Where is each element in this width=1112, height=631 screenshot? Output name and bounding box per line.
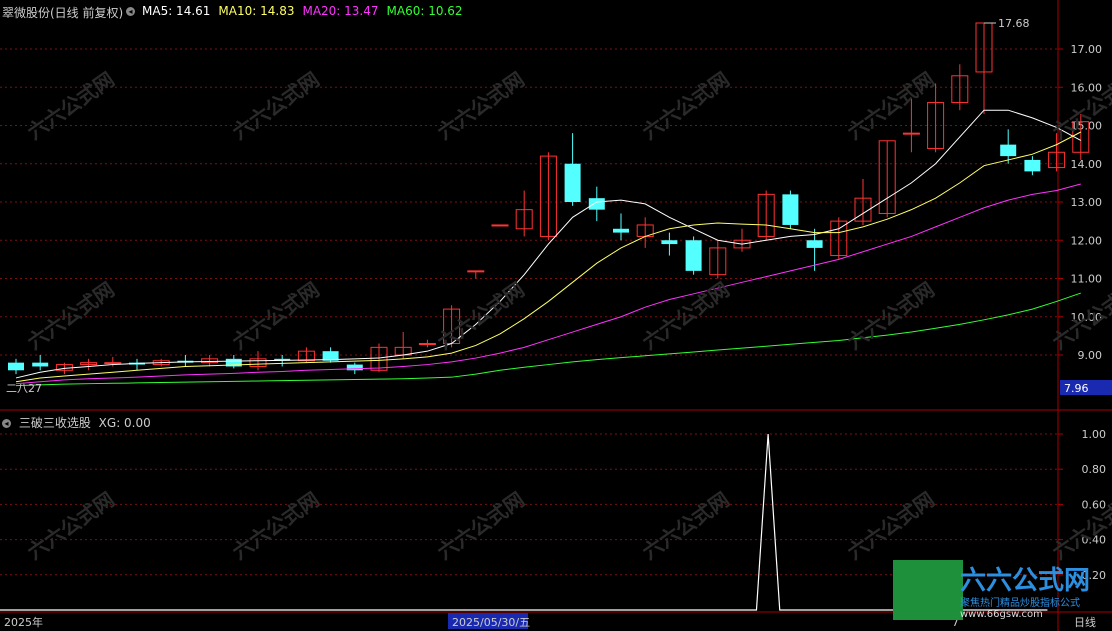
candle-body-down: [32, 362, 49, 367]
indicator-tick-label: 0.40: [1082, 534, 1107, 547]
candle-body-up: [491, 224, 509, 227]
indicator-xg-line: [0, 433, 1048, 611]
indicator-tick-label: 0.60: [1082, 498, 1107, 511]
ma-line-ma5: [15, 109, 1082, 379]
site-logo-subtitle: 聚焦热门精品炒股指标公式: [960, 598, 1080, 609]
indicator-tick-label: 0.80: [1082, 463, 1107, 476]
date-label: 2025/05/30/五: [452, 616, 530, 629]
candle-body-down: [685, 240, 702, 271]
site-logo-url: www.66gsw.com: [960, 609, 1043, 620]
site-logo-icon: [893, 560, 963, 620]
indicator-tick-label: 1.00: [1082, 428, 1107, 441]
date-label: 2025年: [4, 615, 43, 629]
price-tick-label: 9.00: [1078, 349, 1103, 362]
stock-chart[interactable]: 17.0016.0015.0014.0013.0012.0011.0010.00…: [0, 0, 1112, 631]
ma-legend-item: MA20: 13.47: [302, 4, 379, 18]
price-tick-label: 17.00: [1071, 43, 1103, 56]
candle-body-up: [902, 132, 920, 135]
candle-body-up: [104, 362, 122, 365]
candle-body-down: [806, 240, 823, 248]
price-tick-label: 13.00: [1071, 196, 1103, 209]
left-price-label: 二八27: [6, 382, 42, 395]
candle-body-down: [661, 240, 678, 245]
price-tick-label: 10.00: [1071, 311, 1103, 324]
candle-body-down: [613, 228, 629, 233]
candle-body-down: [1024, 159, 1041, 172]
candle-body-down: [588, 198, 605, 210]
site-logo-text: 六六公式网: [960, 566, 1091, 596]
indicator-settings-icon[interactable]: ◂: [2, 419, 11, 428]
header-stock-title: 翠微股份(日线 前复权): [2, 6, 124, 20]
price-tick-label: 12.00: [1071, 234, 1103, 247]
ma-legend: MA5: 14.61 MA10: 14.83 MA20: 13.47 MA60: 10…: [142, 4, 471, 18]
candle-body-up: [467, 270, 485, 273]
candle-body-down: [1000, 144, 1017, 157]
ma-legend-item: MA60: 10.62: [386, 4, 463, 18]
candle-body-up: [418, 343, 436, 346]
price-tick-label: 14.00: [1071, 158, 1103, 171]
header-settings-icon[interactable]: ◂: [126, 4, 139, 18]
indicator-title-row: ◂ 三破三收选股 XG: 0.00: [2, 414, 151, 431]
indicator-value: XG: 0.00: [98, 416, 151, 430]
candle-body-down: [564, 163, 581, 202]
price-tick-label: 11.00: [1071, 273, 1103, 286]
ma-legend-item: MA5: 14.61: [142, 4, 211, 18]
max-price-label: 17.68: [998, 17, 1030, 30]
ma-legend-item: MA10: 14.83: [218, 4, 295, 18]
price-tick-label: 16.00: [1071, 81, 1103, 94]
candle-body-down: [8, 362, 24, 371]
last-price-label: 7.96: [1064, 382, 1089, 395]
candle-body-down: [782, 194, 799, 225]
indicator-title: 三破三收选股: [18, 416, 91, 430]
date-label: 日线: [1074, 615, 1096, 629]
